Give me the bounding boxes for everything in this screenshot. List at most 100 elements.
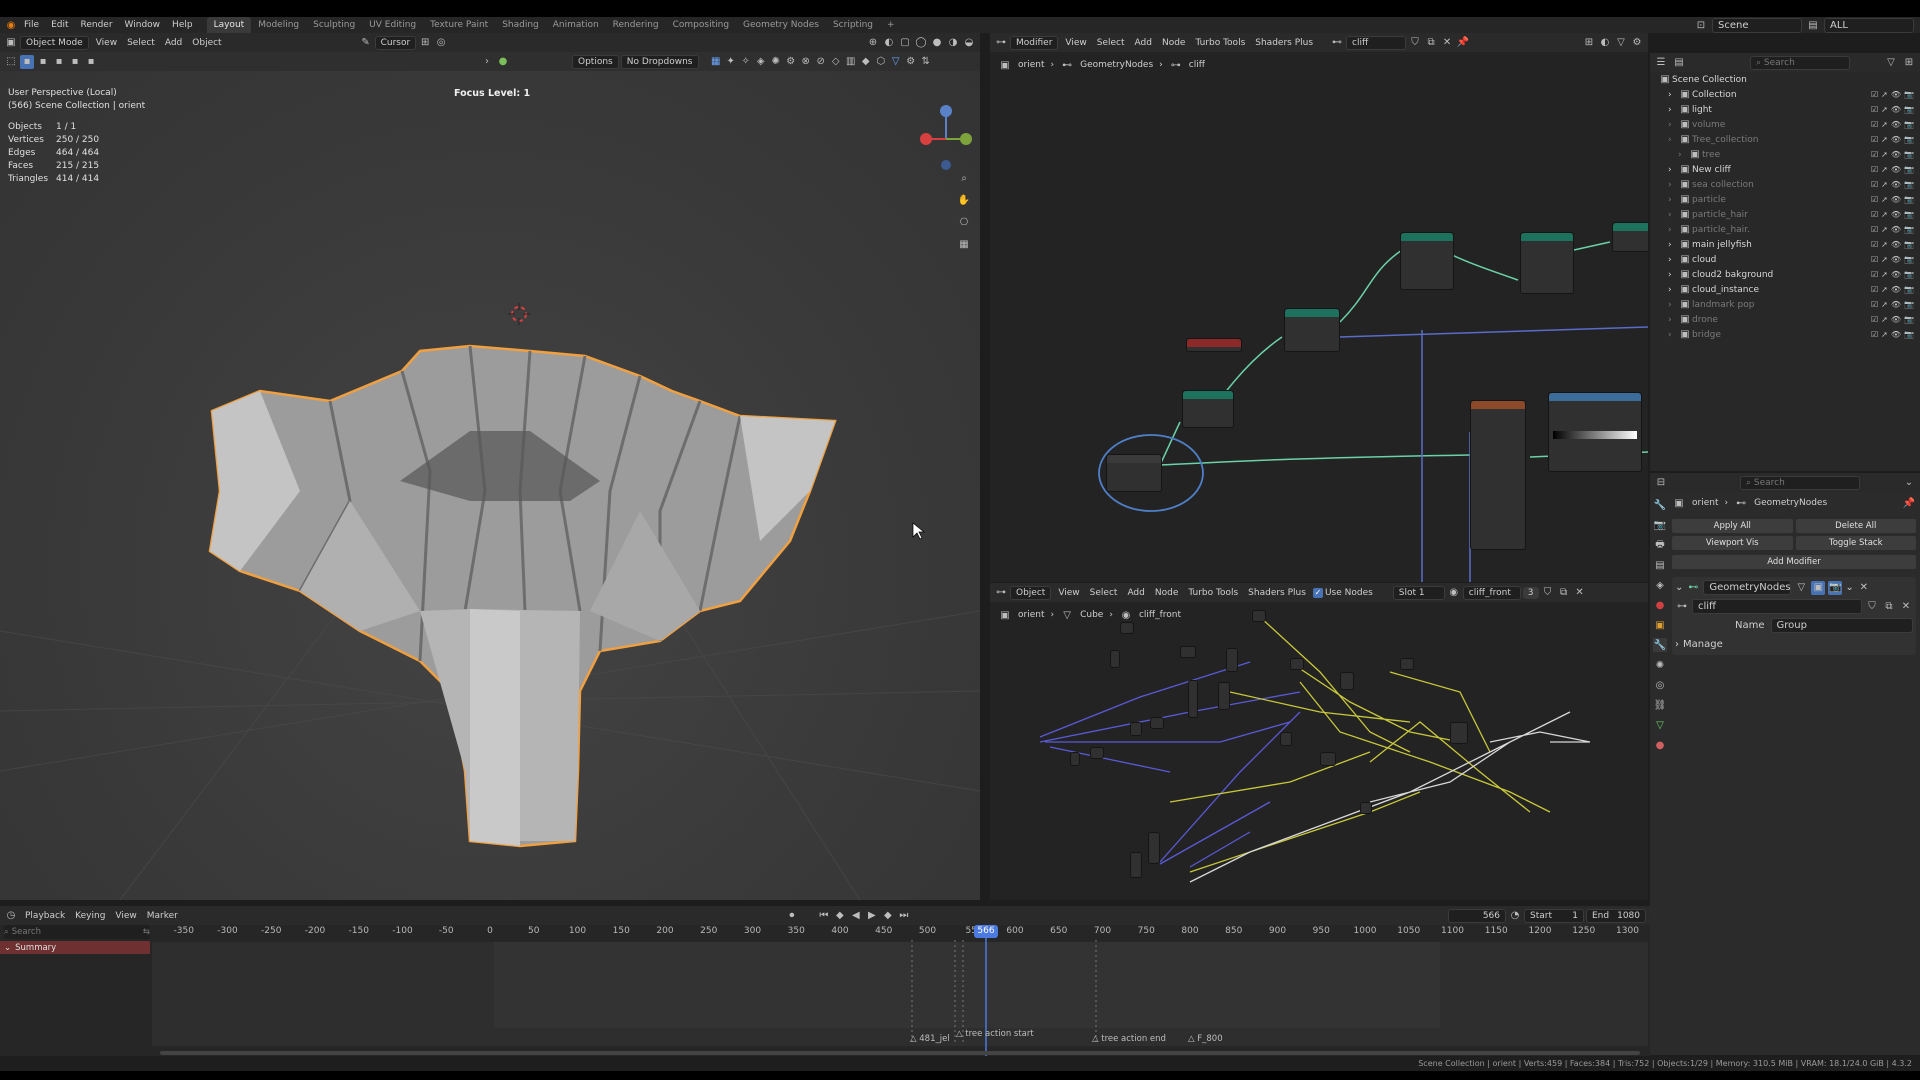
proportional-edit-icon[interactable]: ◎: [434, 36, 448, 50]
select-arrow-icon[interactable]: ➚: [1881, 255, 1888, 264]
checkbox-icon[interactable]: ☑: [1871, 105, 1878, 114]
addon-tool-icon[interactable]: ✺: [769, 55, 783, 69]
tab-texture-paint[interactable]: Texture Paint: [423, 17, 495, 33]
tool-tab-icon[interactable]: 🔧: [1653, 498, 1667, 512]
node-normal[interactable]: [1186, 338, 1242, 352]
camera-icon[interactable]: 📷: [1904, 180, 1914, 189]
dopesheet-area[interactable]: [152, 942, 1648, 1046]
no-dropdowns-dropdown[interactable]: No Dropdowns: [620, 54, 699, 69]
chevron-right-icon[interactable]: ›: [1668, 105, 1678, 115]
display-mode-icon[interactable]: ▤: [1672, 56, 1686, 70]
gizmo-z-axis-icon[interactable]: [940, 105, 952, 117]
eye-icon[interactable]: 👁: [1891, 240, 1901, 249]
camera-icon[interactable]: 📷: [1904, 270, 1914, 279]
tab-geometry-nodes[interactable]: Geometry Nodes: [736, 17, 826, 33]
camera-icon[interactable]: 📷: [1904, 105, 1914, 114]
chevron-right-icon[interactable]: ›: [1668, 195, 1678, 205]
next-keyframe-icon[interactable]: ◆: [881, 909, 895, 923]
camera-icon[interactable]: 📷: [1904, 240, 1914, 249]
outliner-item-new-cliff[interactable]: › ▣ New cliff ☑ ➚ 👁 📷: [1650, 162, 1920, 177]
eye-icon[interactable]: 👁: [1891, 90, 1901, 99]
tab-shading[interactable]: Shading: [495, 17, 546, 33]
select-arrow-icon[interactable]: ➚: [1881, 195, 1888, 204]
checkbox-icon[interactable]: ☑: [1871, 90, 1878, 99]
select-arrow-icon[interactable]: ➚: [1881, 225, 1888, 234]
chevron-right-icon[interactable]: ›: [1668, 120, 1678, 130]
color-ramp-gradient[interactable]: [1553, 431, 1637, 439]
node-group-selector[interactable]: cliff: [1692, 598, 1862, 614]
transform-pivot-icon[interactable]: ✎: [359, 36, 373, 50]
eye-icon[interactable]: 👁: [1891, 225, 1901, 234]
summary-channel[interactable]: ⌄ Summary: [0, 941, 150, 954]
viewport-menu-view[interactable]: View: [91, 37, 122, 49]
node-menu-shaders-plus[interactable]: Shaders Plus: [1250, 37, 1318, 49]
outliner-item-main-jellyfish[interactable]: › ▣ main jellyfish ☑ ➚ 👁 📷: [1650, 237, 1920, 252]
blender-logo-icon[interactable]: ◉: [4, 18, 18, 32]
menu-file[interactable]: File: [18, 17, 45, 33]
horizontal-scrollbar[interactable]: [160, 1051, 1640, 1055]
scene-tab-icon[interactable]: ◈: [1653, 578, 1667, 592]
node-menu-select[interactable]: Select: [1085, 587, 1123, 599]
node-menu-turbo-tools[interactable]: Turbo Tools: [1190, 37, 1250, 49]
checkbox-icon[interactable]: ☑: [1871, 210, 1878, 219]
fake-user-icon[interactable]: ⛉: [1541, 586, 1555, 600]
eye-icon[interactable]: 👁: [1891, 135, 1901, 144]
toggle-stack-button[interactable]: Toggle Stack: [1795, 536, 1916, 550]
chevron-down-icon[interactable]: ⌄: [1675, 582, 1683, 593]
checkbox-icon[interactable]: ☑: [1871, 240, 1878, 249]
timeline-menu-keying[interactable]: Keying: [70, 910, 110, 922]
select-arrow-icon[interactable]: ➚: [1881, 135, 1888, 144]
shader-node-editor[interactable]: ▣ orient › ▽ Cube › ◉ cliff_front: [990, 602, 1648, 900]
select-arrow-icon[interactable]: ➚: [1881, 240, 1888, 249]
shading-rendered-icon[interactable]: ◒: [962, 36, 976, 50]
add-workspace-button[interactable]: +: [880, 17, 902, 33]
addon-tool-icon[interactable]: ◆: [859, 55, 873, 69]
checkbox-icon[interactable]: ☑: [1871, 285, 1878, 294]
tab-modeling[interactable]: Modeling: [251, 17, 306, 33]
node-tree-selector[interactable]: cliff: [1346, 35, 1407, 50]
outliner-item-bridge[interactable]: › ▣ bridge ☑ ➚ 👁 📷: [1650, 327, 1920, 342]
addon-tool-icon[interactable]: ⊘: [814, 55, 828, 69]
addon-tool-icon[interactable]: ⬡: [874, 55, 888, 69]
node-color-ramp[interactable]: [1548, 392, 1642, 472]
checkbox-icon[interactable]: ☑: [1871, 300, 1878, 309]
chevron-right-icon[interactable]: ›: [1668, 285, 1678, 295]
node-menu-add[interactable]: Add: [1130, 37, 1157, 49]
marker-f-800[interactable]: △ F_800: [1188, 1034, 1223, 1044]
outliner-item-collection[interactable]: › ▣ Collection ☑ ➚ 👁 📷: [1650, 87, 1920, 102]
outliner-item-tree-collection[interactable]: › ▣ Tree_collection ☑ ➚ 👁 📷: [1650, 132, 1920, 147]
select-mode-extend-icon[interactable]: ▪: [36, 55, 50, 69]
camera-view-icon[interactable]: ⎔: [957, 215, 971, 229]
record-icon[interactable]: ⏺: [785, 909, 799, 923]
outliner-item-light[interactable]: › ▣ light ☑ ➚ 👁 📷: [1650, 102, 1920, 117]
manage-panel[interactable]: › Manage: [1675, 636, 1913, 652]
properties-type-icon[interactable]: ⊟: [1654, 476, 1668, 490]
shader-node[interactable]: [1120, 622, 1134, 634]
viewport-menu-add[interactable]: Add: [160, 37, 187, 49]
eye-icon[interactable]: 👁: [1891, 255, 1901, 264]
edit-mode-toggle-icon[interactable]: ▽: [1794, 581, 1808, 595]
end-frame-field[interactable]: End 1080: [1586, 908, 1646, 923]
timeline-type-icon[interactable]: ◷: [4, 909, 18, 923]
node-tree-icon[interactable]: ⊶: [1675, 599, 1689, 613]
close-icon[interactable]: ✕: [1899, 599, 1913, 613]
chevron-down-icon[interactable]: ⌄: [1902, 476, 1916, 490]
menu-window[interactable]: Window: [119, 17, 167, 33]
camera-icon[interactable]: 📷: [1904, 150, 1914, 159]
render-toggle-icon[interactable]: 📷: [1828, 580, 1843, 595]
scene-selector[interactable]: Scene: [1712, 17, 1802, 33]
gizmo-toggle-icon[interactable]: ⊕: [866, 36, 880, 50]
outliner-item-particle[interactable]: › ▣ particle ☑ ➚ 👁 📷: [1650, 192, 1920, 207]
shader-node[interactable]: [1180, 646, 1196, 658]
camera-icon[interactable]: 📷: [1904, 135, 1914, 144]
node-menu-node[interactable]: Node: [1150, 587, 1184, 599]
shader-node[interactable]: [1148, 832, 1160, 864]
eye-icon[interactable]: 👁: [1891, 165, 1901, 174]
gizmo-x-axis-icon[interactable]: [920, 133, 932, 145]
duplicate-icon[interactable]: ⧉: [1557, 586, 1571, 600]
editor-type-icon[interactable]: ▣: [4, 36, 18, 50]
snap-icon[interactable]: ⊞: [418, 36, 432, 50]
chevron-down-icon[interactable]: ⌄: [1845, 582, 1853, 593]
3d-viewport[interactable]: User Perspective (Local) (566) Scene Col…: [0, 71, 980, 900]
marker-tree-action-end[interactable]: △ tree action end: [1092, 1034, 1166, 1044]
